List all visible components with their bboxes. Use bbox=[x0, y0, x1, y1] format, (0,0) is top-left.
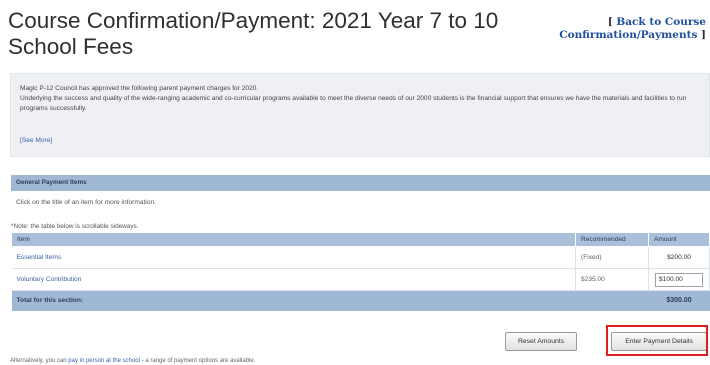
table-row: Essential Items (Fixed) $200.00 bbox=[11, 246, 710, 269]
item-cell: Voluntary Contribution bbox=[11, 268, 576, 291]
section-header: General Payment Items bbox=[11, 175, 710, 191]
column-header-recommended: Recommended bbox=[575, 232, 649, 247]
back-link-open-bracket: [ bbox=[607, 16, 613, 28]
click-note: Click on the title of an item for more i… bbox=[16, 199, 156, 206]
page-title: Course Confirmation/Payment: 2021 Year 7… bbox=[8, 8, 499, 59]
recommended-cell: (Fixed) bbox=[575, 246, 649, 269]
voluntary-contribution-amount-input[interactable] bbox=[655, 272, 703, 287]
table-row: Voluntary Contribution $235.00 bbox=[11, 268, 710, 291]
total-label: Total for this section: bbox=[11, 290, 649, 311]
amount-cell: $200.00 bbox=[648, 246, 710, 269]
item-cell: Essential Items bbox=[11, 246, 576, 269]
payment-items-table: Item Recommended Amount Essential Items … bbox=[11, 232, 710, 311]
intro-line-2: Underlying the success and quality of th… bbox=[20, 95, 687, 112]
intro-box: Magic P-12 Council has approved the foll… bbox=[10, 73, 710, 157]
pay-in-person-link[interactable]: pay in person at the school bbox=[68, 358, 140, 364]
amount-cell bbox=[648, 268, 710, 291]
reset-amounts-button[interactable]: Reset Amounts bbox=[505, 332, 577, 351]
item-link-essential-items[interactable]: Essential Items bbox=[17, 254, 62, 261]
item-link-voluntary-contribution[interactable]: Voluntary Contribution bbox=[17, 276, 82, 283]
back-to-course-confirmation-link[interactable]: [ Back to Course Confirmation/Payments ] bbox=[556, 16, 706, 42]
highlight-box bbox=[606, 325, 708, 356]
back-link-close-bracket: ] bbox=[701, 29, 706, 41]
table-header-row: Item Recommended Amount bbox=[11, 232, 710, 247]
footer-prefix: Alternatively, you can bbox=[10, 358, 67, 364]
intro-text: Magic P-12 Council has approved the foll… bbox=[20, 84, 701, 114]
column-header-item: Item bbox=[11, 232, 576, 247]
total-row: Total for this section: $300.00 bbox=[11, 290, 710, 311]
see-more-link[interactable]: [See More] bbox=[20, 137, 52, 144]
footer-note: Alternatively, you can pay in person at … bbox=[10, 358, 255, 364]
intro-line-1: Magic P-12 Council has approved the foll… bbox=[20, 85, 259, 92]
scroll-note: *Note: the table below is scrollable sid… bbox=[11, 223, 139, 230]
column-header-amount: Amount bbox=[648, 232, 710, 247]
total-value: $300.00 bbox=[648, 290, 710, 311]
recommended-cell: $235.00 bbox=[575, 268, 649, 291]
back-link-label: Back to Course Confirmation/Payments bbox=[559, 16, 706, 41]
footer-suffix: - a range of payment options are availab… bbox=[141, 358, 256, 364]
